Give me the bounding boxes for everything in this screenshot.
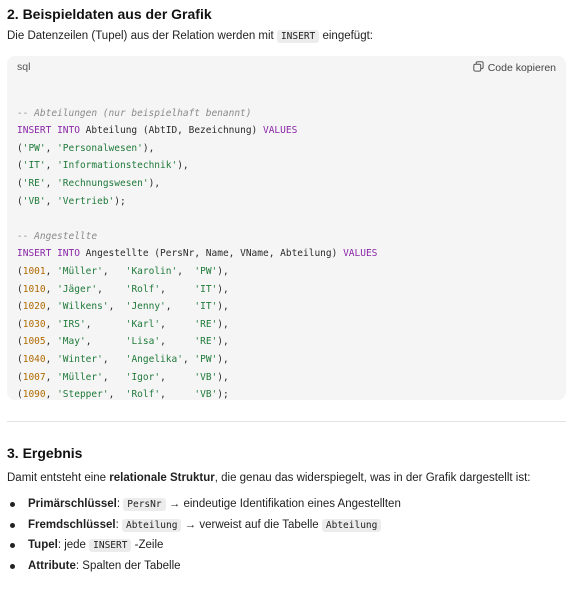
string-literal: 'Rolf': [125, 389, 161, 401]
string-literal: 'VB': [194, 389, 218, 401]
string-literal: 'Rechnungswesen': [57, 177, 149, 189]
string-literal: 'Karl': [125, 318, 161, 330]
inline-code: INSERT: [276, 30, 320, 43]
sql-keyword: VALUES: [262, 125, 298, 137]
string-literal: 'Rolf': [125, 283, 161, 295]
string-literal: 'Igor': [125, 371, 161, 383]
copy-code-button[interactable]: Code kopieren: [473, 61, 556, 75]
inline-code: PersNr: [123, 498, 166, 511]
code-block: sql Code kopieren -- Abteilungen (nur be…: [7, 56, 566, 400]
bullet-label: Fremdschlüssel: [28, 518, 116, 531]
number-literal: 1040: [22, 353, 46, 365]
string-literal: 'Lisa': [125, 336, 161, 348]
string-literal: 'Stepper': [57, 389, 109, 401]
string-literal: 'RE': [22, 177, 46, 189]
string-literal: 'Jenny': [125, 301, 166, 313]
string-literal: 'Personalwesen': [57, 142, 143, 154]
code-comment: -- Angestellte: [17, 230, 98, 242]
sql-keyword: INSERT: [17, 125, 52, 137]
list-item: Fremdschlüssel: Abteilung → verweist auf…: [7, 515, 401, 536]
intro-text-end: eingefügt:: [319, 30, 373, 42]
result-text: Damit entsteht eine: [7, 472, 110, 484]
bullet-label: Attribute: [28, 559, 76, 572]
string-literal: 'PW': [22, 142, 46, 154]
divider: [7, 421, 566, 422]
string-literal: 'IRS': [57, 318, 86, 330]
number-literal: 1001: [22, 265, 46, 277]
result-list: Primärschlüssel: PersNr → eindeutige Ide…: [7, 494, 401, 576]
string-literal: 'Jäger': [57, 283, 98, 295]
string-literal: 'Karolin': [125, 265, 178, 277]
sql-keyword: VALUES: [343, 248, 378, 260]
sql-keyword: INSERT: [17, 248, 52, 260]
number-literal: 1007: [22, 371, 46, 383]
number-literal: 1090: [22, 389, 46, 401]
intro-text: Die Datenzeilen (Tupel) aus der Relation…: [7, 30, 277, 42]
string-literal: 'Informationstechnik': [57, 160, 178, 172]
string-literal: 'VB': [194, 371, 218, 383]
string-literal: 'RE': [194, 318, 218, 330]
string-literal: 'Angelika': [125, 353, 183, 365]
string-literal: 'Wilkens': [57, 301, 109, 313]
list-item: Attribute: Spalten der Tabelle: [7, 556, 401, 577]
string-literal: 'PW': [194, 265, 218, 277]
code-comment: -- Abteilungen (nur beispielhaft benannt…: [17, 107, 252, 119]
list-item: Primärschlüssel: PersNr → eindeutige Ide…: [7, 494, 401, 515]
list-item: Tupel: jede INSERT -Zeile: [7, 535, 401, 556]
inline-code: Abteilung: [321, 518, 382, 532]
string-literal: 'Winter': [57, 353, 103, 365]
result-text-end: , die genau das widerspiegelt, was in de…: [214, 472, 531, 484]
number-literal: 1010: [22, 283, 46, 295]
code-language-label: sql: [17, 61, 31, 73]
string-literal: 'PW': [194, 353, 218, 365]
page: 2. Beispieldaten aus der Grafik Die Date…: [0, 0, 567, 597]
string-literal: 'Vertrieb': [57, 195, 115, 207]
result-bold: relationale Struktur: [109, 472, 215, 484]
section-2-heading: 2. Beispieldaten aus der Grafik: [7, 6, 212, 22]
string-literal: 'IT': [194, 283, 218, 295]
section-3-text: Damit entsteht eine relationale Struktur…: [7, 472, 531, 484]
copy-code-label: Code kopieren: [487, 62, 556, 74]
number-literal: 1020: [22, 301, 46, 313]
inline-code: Abteilung: [121, 518, 182, 532]
string-literal: 'RE': [194, 336, 218, 348]
code-content: -- Abteilungen (nur beispielhaft benannt…: [17, 107, 378, 401]
string-literal: 'IT': [194, 301, 218, 313]
bullet-label: Primärschlüssel: [28, 498, 117, 510]
string-literal: 'May': [57, 336, 86, 348]
string-literal: 'Müller': [57, 265, 103, 277]
number-literal: 1030: [22, 318, 46, 330]
string-literal: 'Müller': [57, 371, 103, 383]
string-literal: 'VB': [22, 195, 46, 207]
section-2-intro: Die Datenzeilen (Tupel) aus der Relation…: [7, 30, 373, 43]
string-literal: 'IT': [22, 160, 46, 172]
bullet-label: Tupel: [28, 539, 58, 551]
copy-icon: [473, 61, 484, 75]
sql-keyword: INTO: [57, 248, 80, 260]
sql-keyword: INTO: [57, 125, 80, 137]
section-3-heading: 3. Ergebnis: [7, 445, 83, 461]
number-literal: 1005: [22, 336, 46, 348]
inline-code: INSERT: [89, 539, 132, 552]
